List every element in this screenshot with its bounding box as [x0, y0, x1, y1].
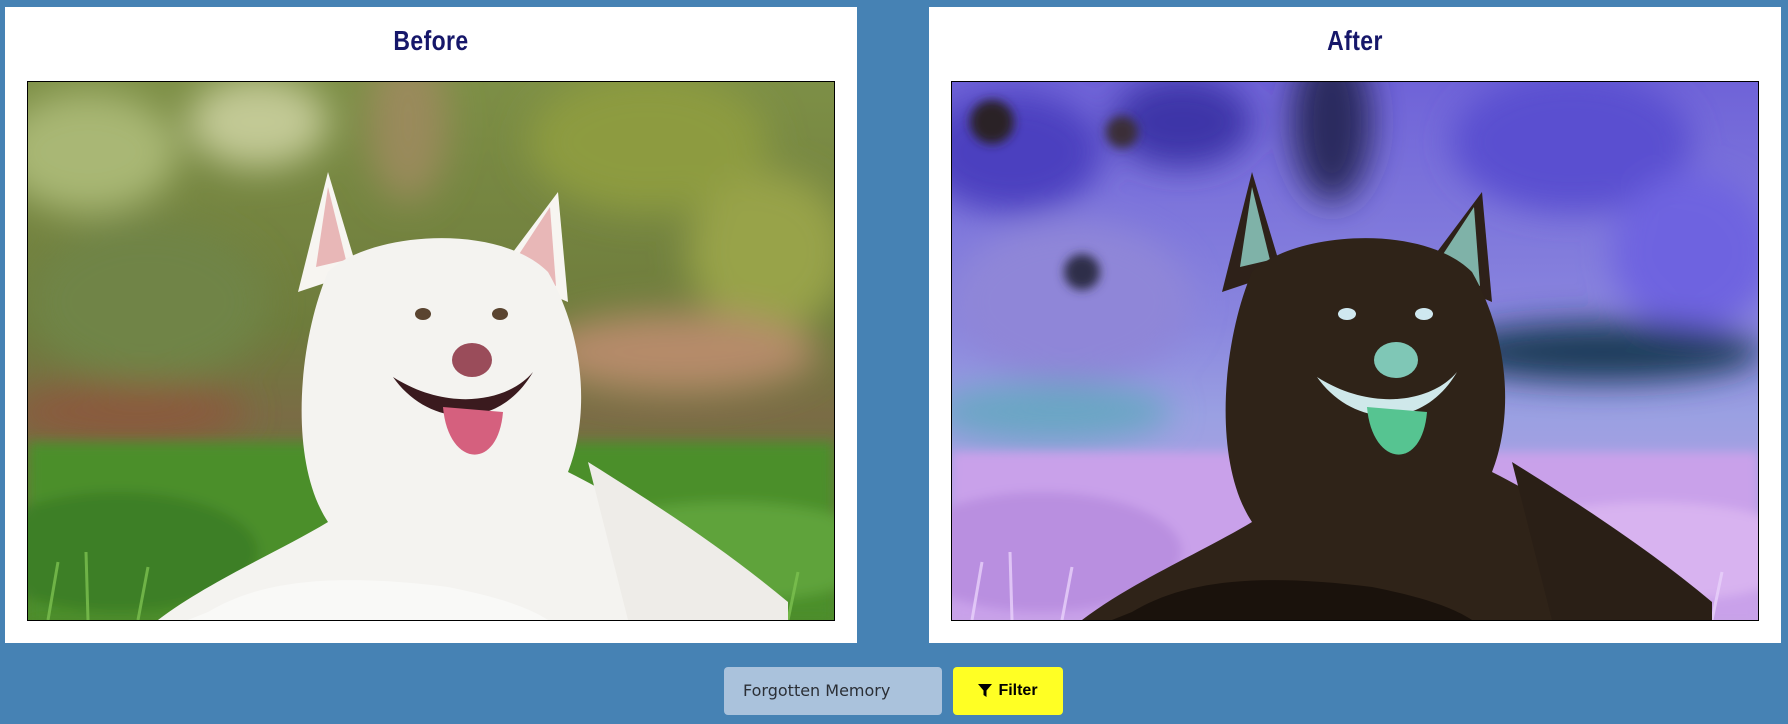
filter-select[interactable]: Forgotten Memory [724, 667, 942, 715]
before-image [27, 81, 835, 621]
filter-button[interactable]: Filter [953, 667, 1063, 715]
inverted-dog-photo [952, 82, 1758, 620]
before-title: Before [393, 25, 469, 56]
filter-button-label: Filter [998, 682, 1038, 699]
after-panel: After [929, 7, 1781, 643]
before-panel: Before [5, 7, 857, 643]
after-image [951, 81, 1759, 621]
white-dog-photo [28, 82, 834, 620]
after-title: After [1327, 25, 1383, 56]
funnel-icon [978, 684, 993, 697]
filter-controls: Forgotten Memory Filter [0, 667, 1788, 715]
